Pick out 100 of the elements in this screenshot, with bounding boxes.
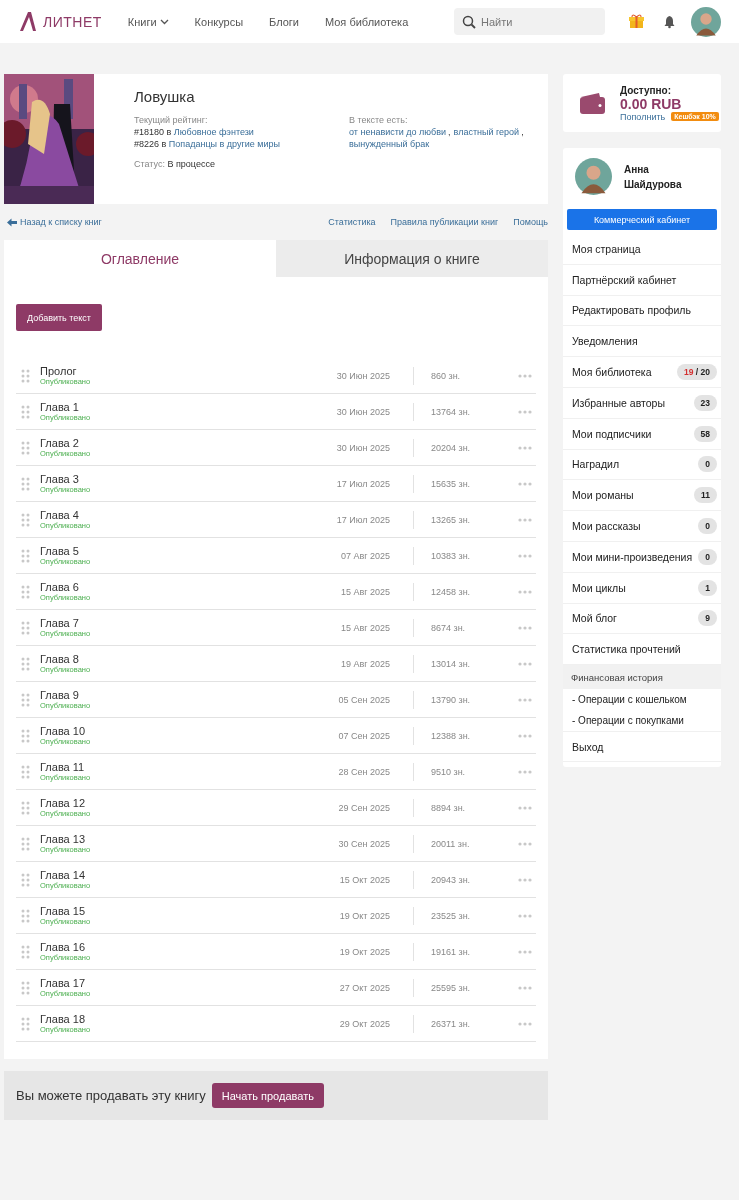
count-limit: / 20 (694, 367, 710, 378)
chapter-length: 8894 зн. (431, 802, 466, 813)
drag-handle-icon[interactable] (21, 404, 30, 419)
commercial-cabinet-button[interactable]: Коммерческий кабинет (567, 209, 717, 230)
drag-handle-icon[interactable] (21, 368, 30, 383)
nav-link[interactable]: Конкурсы (194, 15, 244, 28)
drag-handle-icon[interactable] (21, 944, 30, 959)
chapter-date: 17 Июл 2025 (335, 514, 390, 525)
drag-handle-icon[interactable] (21, 620, 30, 635)
more-icon[interactable] (518, 553, 532, 558)
count-badge: 58 (693, 425, 717, 442)
drag-handle-icon[interactable] (21, 728, 30, 743)
menu-item[interactable]: - Операции с покупками (563, 710, 721, 732)
chapter-title[interactable]: Глава 2 (40, 436, 280, 449)
tag-link[interactable]: вынужденный брак (349, 138, 430, 150)
bell-icon[interactable] (664, 14, 675, 29)
user-avatar[interactable] (691, 6, 721, 37)
genre-link[interactable]: Попаданцы в другие миры (168, 139, 280, 149)
chapter-length: 13764 зн. (431, 406, 471, 417)
chapter-title[interactable]: Глава 4 (40, 508, 280, 521)
more-icon[interactable] (518, 589, 532, 594)
menu-item[interactable]: - Операции с кошельком (563, 689, 721, 711)
menu-item[interactable]: Партнёрский кабинет (563, 264, 721, 296)
add-text-button[interactable]: Добавить текст (16, 304, 102, 331)
chapter-title[interactable]: Глава 18 (40, 1012, 280, 1025)
more-icon[interactable] (518, 445, 532, 450)
tab[interactable]: Оглавление (4, 240, 276, 277)
chapter-title[interactable]: Глава 15 (40, 904, 280, 917)
drag-handle-icon[interactable] (21, 476, 30, 491)
more-icon[interactable] (518, 769, 532, 774)
drag-handle-icon[interactable] (21, 980, 30, 995)
logo-text[interactable]: ЛИТНЕТ (43, 13, 102, 30)
search-field[interactable]: Найти (454, 8, 605, 35)
nav-link[interactable]: Блоги (269, 15, 299, 28)
back-link[interactable]: Назад к списку книг (4, 217, 102, 227)
logo-icon[interactable] (18, 11, 37, 32)
more-icon[interactable] (518, 805, 532, 810)
chapter-title[interactable]: Глава 13 (40, 832, 280, 845)
more-icon[interactable] (518, 661, 532, 666)
drag-handle-icon[interactable] (21, 836, 30, 851)
more-icon[interactable] (518, 517, 532, 522)
more-icon[interactable] (518, 733, 532, 738)
chapter-title[interactable]: Глава 12 (40, 796, 280, 809)
more-icon[interactable] (518, 1021, 532, 1026)
profile-avatar[interactable] (575, 158, 612, 195)
more-icon[interactable] (518, 841, 532, 846)
menu-item[interactable]: Моя страница (563, 234, 721, 265)
nav-link[interactable]: Статистика (328, 217, 376, 227)
genre-link[interactable]: Любовное фэнтези (173, 127, 254, 137)
more-icon[interactable] (518, 697, 532, 702)
drag-handle-icon[interactable] (21, 512, 30, 527)
chapter-title[interactable]: Глава 17 (40, 976, 280, 989)
drag-handle-icon[interactable] (21, 584, 30, 599)
nav-link[interactable]: Моя библиотека (324, 15, 409, 28)
chapter-title[interactable]: Глава 1 (40, 400, 280, 413)
menu-item-label: Мои романы (572, 489, 634, 502)
chapter-title[interactable]: Глава 7 (40, 616, 280, 629)
drag-handle-icon[interactable] (21, 800, 30, 815)
chapter-title[interactable]: Глава 5 (40, 544, 280, 557)
more-icon[interactable] (518, 481, 532, 486)
more-icon[interactable] (518, 625, 532, 630)
chapter-title[interactable]: Пролог (40, 364, 280, 377)
chapter-title[interactable]: Глава 14 (40, 868, 280, 881)
start-selling-button[interactable]: Начать продавать (211, 1083, 324, 1108)
count-badge: 1 (698, 579, 717, 596)
more-icon[interactable] (518, 877, 532, 882)
nav-link[interactable]: Правила публикации книг (390, 217, 499, 227)
tab[interactable]: Информация о книге (276, 240, 548, 277)
menu-item[interactable]: Выход (563, 731, 721, 762)
chapter-title[interactable]: Глава 3 (40, 472, 280, 485)
more-icon[interactable] (518, 409, 532, 414)
gift-icon[interactable] (629, 14, 644, 29)
drag-handle-icon[interactable] (21, 548, 30, 563)
profile-name[interactable]: Анна Шайдурова (624, 161, 694, 192)
chapter-title[interactable]: Глава 9 (40, 688, 280, 701)
menu-item[interactable]: Редактировать профиль (563, 295, 721, 327)
more-icon[interactable] (518, 913, 532, 918)
drag-handle-icon[interactable] (21, 692, 30, 707)
drag-handle-icon[interactable] (21, 872, 30, 887)
drag-handle-icon[interactable] (21, 764, 30, 779)
drag-handle-icon[interactable] (21, 440, 30, 455)
more-icon[interactable] (518, 949, 532, 954)
status-value: В процессе (167, 159, 215, 169)
tag-link[interactable]: властный герой (453, 126, 520, 138)
chapter-title[interactable]: Глава 6 (40, 580, 280, 593)
chapter-title[interactable]: Глава 10 (40, 724, 280, 737)
chapter-title[interactable]: Глава 8 (40, 652, 280, 665)
tag-link[interactable]: от ненависти до любви (349, 126, 447, 138)
chapter-title[interactable]: Глава 16 (40, 940, 280, 953)
count-value: 19 (684, 367, 694, 378)
more-icon[interactable] (518, 373, 532, 378)
top-up-link[interactable]: Пополнить (620, 111, 666, 122)
drag-handle-icon[interactable] (21, 656, 30, 671)
menu-item[interactable]: Уведомления (563, 326, 721, 358)
nav-link[interactable]: Книги (127, 15, 169, 28)
drag-handle-icon[interactable] (21, 1016, 30, 1031)
more-icon[interactable] (518, 985, 532, 990)
nav-link[interactable]: Помощь (513, 217, 548, 227)
drag-handle-icon[interactable] (21, 908, 30, 923)
chapter-title[interactable]: Глава 11 (40, 760, 280, 773)
